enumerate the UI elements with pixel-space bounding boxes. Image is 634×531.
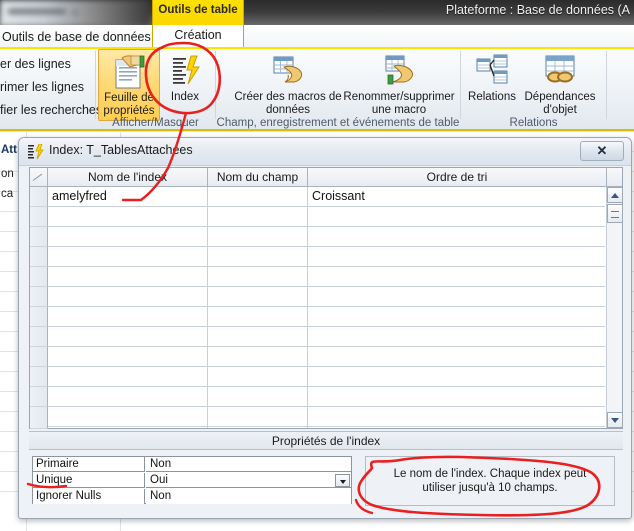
relationships-icon (473, 53, 511, 94)
property-row-unique[interactable]: Unique Oui (33, 473, 351, 489)
table-row[interactable]: amelyfred Croissant (48, 187, 605, 207)
ribbon-group-afficher-masquer-title: Afficher/Masquer (112, 117, 199, 129)
index-properties-section-title: Propriétés de l'index (29, 431, 623, 450)
cell-index-name[interactable]: amelyfred (48, 187, 208, 206)
button-relations[interactable]: Relations (463, 49, 521, 121)
index-properties-table: Primaire Non Unique Oui Ignorer Nulls No… (32, 456, 352, 504)
bg-fragment-2: ca (1, 188, 14, 200)
command-supprimer-les-lignes[interactable]: rimer les lignes (0, 80, 84, 94)
index-help-text: Le nom de l'index. Chaque index peut uti… (393, 468, 587, 494)
ribbon-group-table-events: Créer des macros de données Renommer/sup… (216, 47, 460, 131)
ribbon-group-relations-title: Relations (509, 117, 558, 129)
button-renommer-supprimer-une-macro-label: Renommer/supprimer une macro (343, 91, 455, 116)
button-feuille-de-proprietes[interactable]: Feuille de propriétés (98, 49, 160, 121)
button-dependances-d-objet[interactable]: Dépendances d'objet (523, 49, 597, 121)
button-index-label: Index (170, 91, 200, 103)
create-data-macro-icon (268, 53, 308, 94)
cell-field-name[interactable] (208, 187, 308, 206)
cell-sort-order[interactable]: Croissant (308, 187, 607, 206)
table-row[interactable] (48, 347, 605, 367)
table-row[interactable] (48, 407, 605, 427)
bg-fragment-0: Att (1, 144, 17, 156)
index-grid-header-row: Nom de l'index Nom du champ Ordre de tri (30, 168, 622, 187)
property-name-primaire: Primaire (33, 457, 145, 472)
property-row-ignorer-nulls[interactable]: Ignorer Nulls Non (33, 489, 351, 505)
property-value-ignorer-nulls[interactable]: Non (146, 489, 351, 504)
chevron-down-icon[interactable] (335, 474, 350, 487)
property-sheet-icon (110, 54, 148, 95)
index-dialog-title: Index: T_TablesAttachees (49, 143, 193, 157)
table-row[interactable] (48, 227, 605, 247)
column-header-nom-du-champ[interactable]: Nom du champ (208, 168, 308, 186)
table-row[interactable] (48, 387, 605, 407)
window-title-bar: Plateforme : Base de données (A (0, 0, 634, 26)
property-name-ignorer-nulls: Ignorer Nulls (33, 489, 145, 504)
index-dialog-icon (28, 143, 44, 160)
screenshot-root: Att on ca Plateforme : Base de données (… (0, 0, 634, 531)
ribbon: er des lignes rimer les lignes fier les … (0, 47, 634, 131)
bg-fragment-1: on (1, 168, 14, 180)
ribbon-group-afficher-masquer: Feuille de propriétés Index Afficher/Mas… (96, 47, 215, 131)
table-row[interactable] (48, 307, 605, 327)
ribbon-group-fields: er des lignes rimer les lignes fier les … (0, 47, 102, 131)
property-value-primaire[interactable]: Non (146, 457, 351, 472)
blurred-quick-access-toolbar (0, 0, 150, 26)
ribbon-group-relations: Relations Dépendances d'objet Relations (461, 47, 606, 131)
close-icon[interactable]: ✕ (580, 141, 624, 161)
grid-select-all-corner[interactable] (30, 168, 48, 186)
command-inserer-des-lignes[interactable]: er des lignes (0, 57, 71, 71)
button-dependances-d-objet-label: Dépendances d'objet (524, 91, 596, 116)
ribbon-tab-row: Outils de base de données Création (0, 25, 634, 49)
table-row[interactable] (48, 247, 605, 267)
property-name-unique: Unique (33, 473, 145, 488)
property-row-primaire[interactable]: Primaire Non (33, 457, 351, 473)
contextual-tab-group-cap: Outils de table (152, 0, 244, 25)
table-row[interactable] (48, 367, 605, 387)
contextual-tab-group-label: Outils de table (158, 4, 238, 16)
table-row[interactable] (48, 327, 605, 347)
tab-creation[interactable]: Création (152, 25, 244, 49)
button-renommer-supprimer-une-macro[interactable]: Renommer/supprimer une macro (343, 49, 455, 121)
index-lightning-icon (166, 53, 204, 94)
table-row[interactable] (48, 287, 605, 307)
property-value-unique[interactable]: Oui (146, 473, 351, 488)
button-index[interactable]: Index (154, 49, 216, 121)
index-properties-body: Primaire Non Unique Oui Ignorer Nulls No… (29, 450, 623, 510)
button-creer-des-macros-de-donnees[interactable]: Créer des macros de données (234, 49, 342, 121)
column-header-ordre-de-tri[interactable]: Ordre de tri (308, 168, 607, 186)
index-dialog: Index: T_TablesAttachees ✕ Nom de l'inde… (18, 137, 632, 519)
rename-delete-macro-icon (379, 53, 419, 94)
scrollbar-thumb[interactable] (607, 204, 623, 223)
ribbon-group-table-events-title: Champ, enregistrement et événements de t… (216, 117, 460, 129)
table-row[interactable] (48, 207, 605, 227)
grid-vertical-scrollbar[interactable] (606, 187, 623, 428)
command-modifier-les-recherches[interactable]: fier les recherches (0, 103, 102, 117)
button-creer-des-macros-de-donnees-label: Créer des macros de données (234, 91, 342, 116)
index-dialog-title-bar[interactable]: Index: T_TablesAttachees ✕ (19, 138, 631, 166)
window-title: Plateforme : Base de données (A (445, 3, 630, 17)
column-header-nom-de-l-index[interactable]: Nom de l'index (48, 168, 208, 186)
scroll-down-icon[interactable] (607, 412, 623, 428)
object-dependencies-icon (538, 53, 582, 94)
table-row[interactable] (48, 267, 605, 287)
index-grid: Nom de l'index Nom du champ Ordre de tri… (29, 167, 623, 429)
index-help-box: Le nom de l'index. Chaque index peut uti… (365, 456, 615, 506)
scroll-up-icon[interactable] (607, 187, 623, 203)
tab-outils-de-base-de-donnees[interactable]: Outils de base de données (2, 27, 157, 48)
